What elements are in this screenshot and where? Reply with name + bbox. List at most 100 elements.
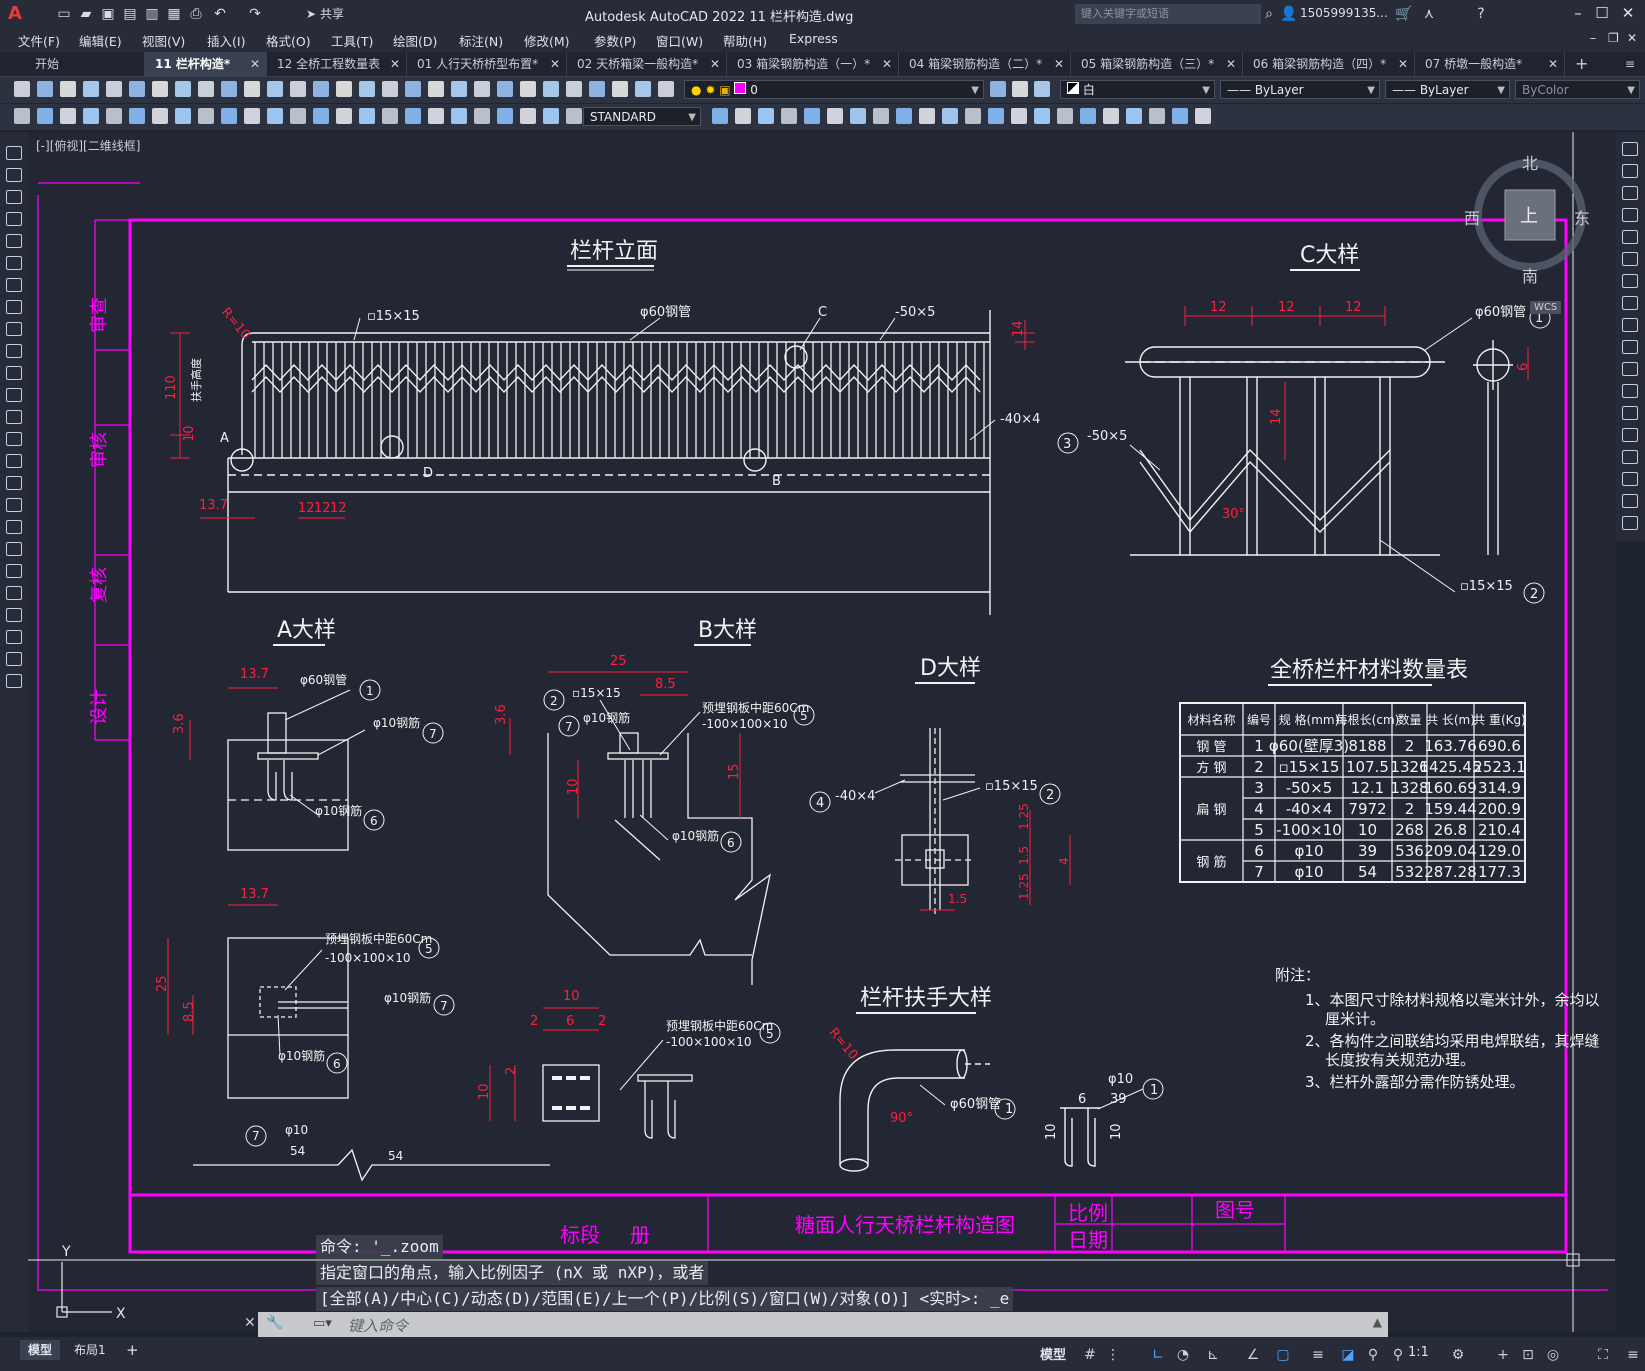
menu-insert[interactable]: 插入(I) (207, 31, 245, 50)
draw-tool-icon[interactable] (1195, 108, 1211, 124)
draw-tool-icon[interactable] (1057, 108, 1073, 124)
tab-11[interactable]: 11 栏杆构造* ✕ (145, 52, 267, 76)
maximize-icon[interactable]: ☐ (1592, 4, 1612, 24)
customize-icon[interactable]: ≡ (1625, 1347, 1641, 1363)
draw-tool-icon[interactable] (474, 108, 490, 124)
menu-tools[interactable]: 工具(T) (331, 31, 373, 50)
draw-tool-icon[interactable] (37, 108, 53, 124)
search-input[interactable]: 键入关键字或短语 (1075, 4, 1261, 24)
standard-tool-icon[interactable] (1034, 81, 1050, 97)
modify-tool-icon[interactable] (1622, 450, 1638, 464)
standard-tool-icon[interactable] (1012, 81, 1028, 97)
draw-tool-icon[interactable] (6, 234, 22, 248)
draw-tool-icon[interactable] (6, 542, 22, 556)
color-dropdown[interactable]: 白 ▼ (1060, 80, 1215, 99)
polar-icon[interactable]: ◔ (1175, 1347, 1191, 1363)
close-icon[interactable]: ✕ (1618, 4, 1638, 24)
tab-02[interactable]: 02 天桥箱梁一般构造* ✕ (567, 52, 727, 76)
draw-tool-icon[interactable] (1103, 108, 1119, 124)
draw-tool-icon[interactable] (6, 652, 22, 666)
tab-12[interactable]: 12 全桥工程数量表 ✕ (267, 52, 407, 76)
draw-tool-icon[interactable] (1126, 108, 1142, 124)
close-cmd-icon[interactable]: ✕ (244, 1315, 256, 1331)
tab-close-icon[interactable]: ✕ (1054, 52, 1064, 76)
new-file-icon[interactable]: ▭ (55, 5, 73, 23)
standard-tool-icon[interactable] (14, 81, 30, 97)
draw-tool-icon[interactable] (543, 108, 559, 124)
ortho-icon[interactable]: ∟ (1150, 1347, 1166, 1363)
draw-tool-icon[interactable] (428, 108, 444, 124)
draw-tool-icon[interactable] (758, 108, 774, 124)
help-icon[interactable]: ? (1472, 5, 1490, 23)
draw-tool-icon[interactable] (14, 108, 30, 124)
textstyle-dropdown[interactable]: STANDARD ▼ (583, 107, 701, 126)
draw-tool-icon[interactable] (60, 108, 76, 124)
draw-tool-icon[interactable] (873, 108, 889, 124)
menu-express[interactable]: Express (789, 31, 838, 46)
tab-close-icon[interactable]: ✕ (882, 52, 892, 76)
draw-tool-icon[interactable] (566, 108, 582, 124)
compass-east[interactable]: 东 (1574, 205, 1590, 229)
draw-tool-icon[interactable] (6, 344, 22, 358)
plot-icon[interactable]: ⎙ (187, 5, 205, 23)
draw-tool-icon[interactable] (6, 300, 22, 314)
standard-tool-icon[interactable] (990, 81, 1006, 97)
draw-tool-icon[interactable] (781, 108, 797, 124)
menu-help[interactable]: 帮助(H) (723, 31, 767, 50)
standard-tool-icon[interactable] (589, 81, 605, 97)
plus-icon[interactable]: + (1495, 1347, 1511, 1363)
draw-tool-icon[interactable] (6, 278, 22, 292)
tab-06[interactable]: 06 箱梁钢筋构造（四）* ✕ (1243, 52, 1415, 76)
osnap-icon[interactable]: ⊾ (1205, 1347, 1221, 1363)
draw-tool-icon[interactable] (850, 108, 866, 124)
draw-tool-icon[interactable] (382, 108, 398, 124)
isolate-icon[interactable]: ◎ (1545, 1347, 1561, 1363)
draw-tool-icon[interactable] (198, 108, 214, 124)
modify-tool-icon[interactable] (1622, 472, 1638, 486)
standard-tool-icon[interactable] (221, 81, 237, 97)
tab-close-icon[interactable]: ✕ (710, 52, 720, 76)
modify-tool-icon[interactable] (1622, 406, 1638, 420)
draw-tool-icon[interactable] (6, 476, 22, 490)
viewcube-top[interactable]: 上 (1520, 202, 1538, 228)
modify-tool-icon[interactable] (1622, 384, 1638, 398)
tab-04[interactable]: 04 箱梁钢筋构造（二）* ✕ (899, 52, 1071, 76)
draw-tool-icon[interactable] (6, 212, 22, 226)
user-icon[interactable]: 👤 (1280, 5, 1298, 23)
draw-tool-icon[interactable] (336, 108, 352, 124)
lineweight-dropdown[interactable]: —— ByLayer ▼ (1385, 80, 1510, 99)
draw-tool-icon[interactable] (6, 586, 22, 600)
draw-tool-icon[interactable] (804, 108, 820, 124)
draw-tool-icon[interactable] (129, 108, 145, 124)
layout-tab-layout1[interactable]: 布局1 (66, 1340, 114, 1360)
standard-tool-icon[interactable] (566, 81, 582, 97)
standard-tool-icon[interactable] (336, 81, 352, 97)
otrack-icon[interactable]: ∠ (1245, 1347, 1261, 1363)
draw-tool-icon[interactable] (919, 108, 935, 124)
draw-tool-icon[interactable] (221, 108, 237, 124)
draw-tool-icon[interactable] (896, 108, 912, 124)
save-icon[interactable]: ▣ (99, 5, 117, 23)
wrench-icon[interactable]: 🔧 (266, 1315, 283, 1331)
standard-tool-icon[interactable] (60, 81, 76, 97)
menu-modify[interactable]: 修改(M) (524, 31, 570, 50)
doc-restore-icon[interactable]: ❐ (1608, 31, 1619, 45)
modify-tool-icon[interactable] (1622, 296, 1638, 310)
standard-tool-icon[interactable] (37, 81, 53, 97)
minimize-icon[interactable]: – (1568, 4, 1588, 24)
linetype-dropdown[interactable]: —— ByLayer ▼ (1220, 80, 1380, 99)
units-icon[interactable]: ⊡ (1520, 1347, 1536, 1363)
draw-tool-icon[interactable] (106, 108, 122, 124)
draw-tool-icon[interactable] (712, 108, 728, 124)
standard-tool-icon[interactable] (198, 81, 214, 97)
model-space-button[interactable]: 模型 (1040, 1344, 1066, 1363)
draw-tool-icon[interactable] (83, 108, 99, 124)
dyn-input-icon[interactable]: ▢ (1275, 1347, 1291, 1363)
draw-tool-icon[interactable] (313, 108, 329, 124)
standard-tool-icon[interactable] (129, 81, 145, 97)
draw-tool-icon[interactable] (735, 108, 751, 124)
draw-tool-icon[interactable] (290, 108, 306, 124)
cart-icon[interactable]: 🛒 (1395, 5, 1413, 23)
draw-tool-icon[interactable] (1011, 108, 1027, 124)
modify-tool-icon[interactable] (1622, 494, 1638, 508)
